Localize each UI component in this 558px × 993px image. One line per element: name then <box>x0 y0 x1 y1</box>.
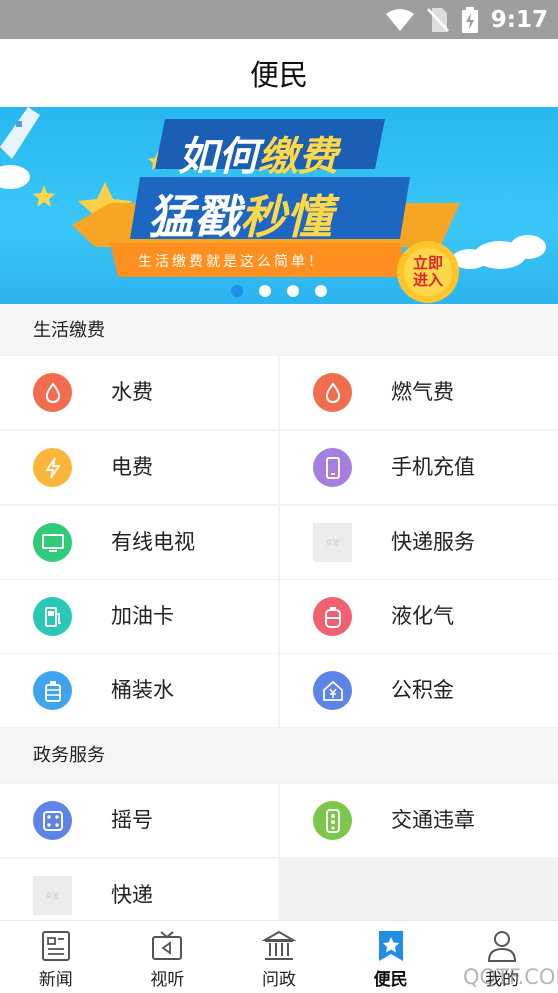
life-payment-grid: 水费 燃气费 电费 手机充值 有线电视 众览 快递服务 加油卡 液化气 桶装水 … <box>0 356 558 728</box>
status-time: 9:17 <box>490 6 548 33</box>
wifi-icon <box>385 8 414 31</box>
status-bar: 9:17 <box>0 0 558 39</box>
banner-line2: 猛戳秒懂 <box>148 181 332 247</box>
traffic-light-icon <box>313 801 352 840</box>
dice-icon <box>33 801 72 840</box>
carousel-dot[interactable] <box>259 285 271 297</box>
promo-banner[interactable]: 如何缴费 猛戳秒懂 生活缴费就是这么简单！ 立即 进入 <box>0 107 558 304</box>
service-water-bill[interactable]: 水费 <box>0 356 278 429</box>
fuel-icon <box>33 597 72 636</box>
service-label: 水费 <box>111 380 153 404</box>
service-label: 液化气 <box>391 604 454 628</box>
service-label: 手机充值 <box>391 455 475 479</box>
tab-government[interactable]: 问政 <box>223 921 335 993</box>
banner-line1-a: 如何 <box>178 134 258 180</box>
tab-label: 问政 <box>261 970 296 990</box>
section-title: 生活缴费 <box>33 320 105 341</box>
carousel-dot-active[interactable] <box>231 285 243 297</box>
page-title: 便民 <box>249 58 308 92</box>
banner-line1-b: 缴费 <box>258 134 338 180</box>
section-title: 政务服务 <box>33 745 105 766</box>
news-icon <box>41 931 70 961</box>
service-lpg[interactable]: 液化气 <box>280 580 558 653</box>
tab-media[interactable]: 视听 <box>112 921 224 993</box>
lightning-icon <box>33 448 72 487</box>
service-label: 燃气费 <box>391 380 454 404</box>
service-label: 有线电视 <box>111 530 195 554</box>
service-traffic-violation[interactable]: 交通违章 <box>280 784 558 857</box>
water-bucket-icon <box>33 671 72 710</box>
placeholder-icon: 众览 <box>313 523 352 562</box>
banner-line1: 如何缴费 <box>178 124 338 182</box>
banner-subtitle: 生活缴费就是这么简单！ <box>138 254 325 270</box>
media-icon <box>152 931 183 960</box>
yuan-house-icon <box>313 671 352 710</box>
section-header-government: 政务服务 <box>0 728 558 780</box>
user-icon <box>488 931 517 962</box>
service-label: 电费 <box>111 455 153 479</box>
service-bottled-water[interactable]: 桶装水 <box>0 654 278 727</box>
gas-tank-icon <box>313 597 352 636</box>
star-bookmark-icon <box>378 931 403 961</box>
banner-line2-a: 猛戳 <box>148 190 240 244</box>
tab-news[interactable]: 新闻 <box>0 921 112 993</box>
tv-icon <box>33 523 72 562</box>
battery-charging-icon <box>461 6 478 33</box>
service-label: 摇号 <box>111 808 153 832</box>
service-label: 交通违章 <box>391 808 475 832</box>
no-sim-icon <box>426 7 449 32</box>
tab-convenience[interactable]: 便民 <box>335 921 447 993</box>
service-gas-bill[interactable]: 燃气费 <box>280 356 558 429</box>
service-label: 快递 <box>111 883 153 907</box>
service-express-delivery[interactable]: 众览 快递服务 <box>280 506 558 579</box>
banner-cta[interactable]: 立即 进入 <box>404 255 452 289</box>
section-header-life-payment: 生活缴费 <box>0 304 558 354</box>
carousel-dots <box>231 285 327 297</box>
banner-cta-line1: 立即 <box>412 254 443 272</box>
service-lottery[interactable]: 摇号 <box>0 784 278 857</box>
placeholder-text: 众览 <box>45 891 60 900</box>
service-label: 桶装水 <box>111 678 174 702</box>
status-icons: 9:17 <box>385 4 548 35</box>
service-label: 公积金 <box>391 678 454 702</box>
tab-label: 便民 <box>373 970 408 990</box>
title-bar: 便民 <box>0 39 558 107</box>
service-label: 快递服务 <box>391 530 475 554</box>
placeholder-text: 众览 <box>325 538 340 547</box>
gas-flame-icon <box>313 373 352 412</box>
placeholder-icon: 众览 <box>33 876 72 915</box>
service-label: 加油卡 <box>111 604 174 628</box>
service-cable-tv[interactable]: 有线电视 <box>0 506 278 579</box>
service-fuel-card[interactable]: 加油卡 <box>0 580 278 653</box>
carousel-dot[interactable] <box>287 285 299 297</box>
government-grid: 摇号 交通违章 众览 快递 <box>0 782 558 932</box>
service-housing-fund[interactable]: 公积金 <box>280 654 558 727</box>
government-icon <box>261 930 296 960</box>
service-electric-bill[interactable]: 电费 <box>0 431 278 504</box>
banner-line2-b: 秒懂 <box>240 190 332 244</box>
water-drop-icon <box>33 373 72 412</box>
tab-label: 视听 <box>150 970 185 990</box>
tab-label: 新闻 <box>38 970 73 990</box>
service-phone-recharge[interactable]: 手机充值 <box>280 431 558 504</box>
carousel-dot[interactable] <box>315 285 327 297</box>
phone-icon <box>313 448 352 487</box>
watermark: QQTF.COM <box>463 965 558 989</box>
banner-cta-line2: 进入 <box>412 271 443 289</box>
